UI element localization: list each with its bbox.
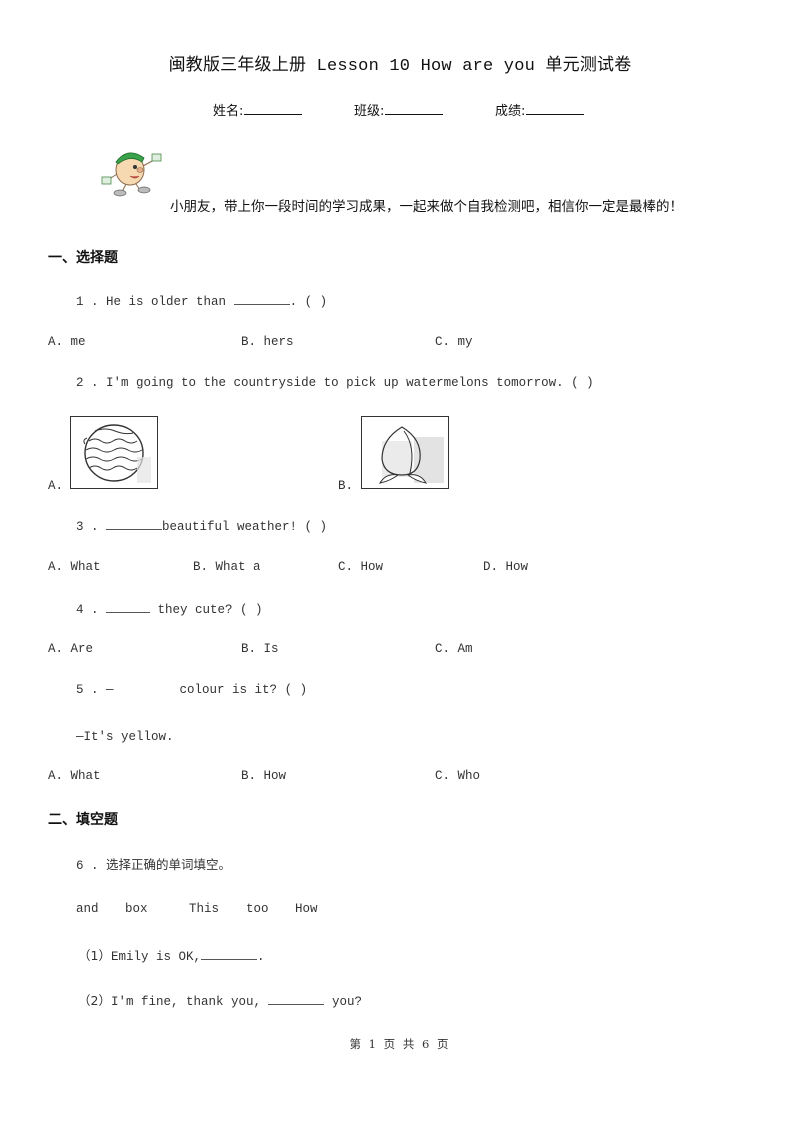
option-a[interactable]: A. Are xyxy=(48,642,93,656)
score-field[interactable]: 成绩: xyxy=(495,100,585,119)
watermelon-icon[interactable] xyxy=(70,416,158,489)
option-b[interactable]: B. What a xyxy=(193,560,261,574)
item-text-end: . xyxy=(256,950,265,964)
item-label: （2） xyxy=(78,993,111,1008)
class-field[interactable]: 班级: xyxy=(354,100,444,119)
title-lesson: Lesson 10 How are you xyxy=(306,57,546,76)
question-5-answer-line: —It's yellow. xyxy=(76,730,174,744)
item-text: Emily is OK, xyxy=(110,950,201,964)
item-label: （1） xyxy=(78,948,111,963)
option-c[interactable]: C. Am xyxy=(435,642,473,656)
item-text-end: you? xyxy=(324,995,362,1009)
fill-item-1: （1）Emily is OK,. xyxy=(78,945,264,964)
question-text: I'm going to the countryside to pick up … xyxy=(106,376,594,390)
score-label: 成绩: xyxy=(495,104,526,119)
question-number: 1 . xyxy=(76,295,99,309)
question-text-end: . ( ) xyxy=(289,295,328,309)
peach-icon[interactable] xyxy=(361,416,449,489)
title-suffix: 单元测试卷 xyxy=(545,55,632,75)
question-number: 3 . xyxy=(76,520,99,534)
page-number: 第 1 页 共 6 页 xyxy=(349,1037,451,1051)
question-number: 2 . xyxy=(76,376,99,390)
question-text: 选择正确的单词填空。 xyxy=(106,857,232,872)
option-a[interactable]: A. me xyxy=(48,335,86,349)
answer-blank[interactable] xyxy=(106,601,151,613)
intro-text: 小朋友，带上你一段时间的学习成果，一起来做个自我检测吧，相信你一定是最棒的！ xyxy=(170,199,683,215)
question-3: 3 . beautiful weather! ( ) xyxy=(76,518,327,534)
option-c[interactable]: C. my xyxy=(435,335,473,349)
mascot-icon xyxy=(101,152,162,197)
option-d[interactable]: D. How xyxy=(483,560,528,574)
question-text: colour is it? ( ) xyxy=(179,683,308,697)
name-field[interactable]: 姓名: xyxy=(213,100,303,119)
section-title-choice: 一、选择题 xyxy=(48,250,118,266)
answer-blank[interactable] xyxy=(106,518,163,530)
option-a-label[interactable]: A. xyxy=(48,479,63,493)
question-number: 6 . xyxy=(76,859,99,873)
score-blank[interactable] xyxy=(526,102,585,115)
word-bank-and: and xyxy=(76,902,99,916)
question-1: 1 . He is older than . ( ) xyxy=(76,293,327,309)
class-label: 班级: xyxy=(354,104,385,119)
name-blank[interactable] xyxy=(244,102,303,115)
answer-blank[interactable] xyxy=(200,948,257,960)
question-text: beautiful weather! ( ) xyxy=(162,520,328,534)
question-number: 5 . xyxy=(76,683,99,697)
option-b[interactable]: B. Is xyxy=(241,642,279,656)
option-b-label[interactable]: B. xyxy=(338,479,353,493)
class-blank[interactable] xyxy=(385,102,444,115)
word-bank-how: How xyxy=(295,902,318,916)
item-text: I'm fine, thank you, xyxy=(110,995,269,1009)
question-text: they cute? ( ) xyxy=(150,603,263,617)
word-bank-too: too xyxy=(246,902,269,916)
word-bank-this: This xyxy=(189,902,220,916)
question-4: 4 . they cute? ( ) xyxy=(76,601,263,617)
question-5: 5 . — colour is it? ( ) xyxy=(76,683,307,697)
option-c[interactable]: C. How xyxy=(338,560,383,574)
answer-blank[interactable] xyxy=(233,293,290,305)
question-2: 2 . I'm going to the countryside to pick… xyxy=(76,376,594,390)
option-a[interactable]: A. What xyxy=(48,560,101,574)
document-title: 闽教版三年级上册 Lesson 10 How are you 单元测试卷 xyxy=(0,50,800,76)
section-title-fill-blank: 二、填空题 xyxy=(48,812,118,828)
option-a[interactable]: A. What xyxy=(48,769,101,783)
answer-blank[interactable] xyxy=(268,993,325,1005)
question-text: He is older than xyxy=(106,295,234,309)
option-c[interactable]: C. Who xyxy=(435,769,480,783)
question-6: 6 . 选择正确的单词填空。 xyxy=(76,854,231,873)
option-b[interactable]: B. How xyxy=(241,769,286,783)
word-bank-box: box xyxy=(125,902,148,916)
name-label: 姓名: xyxy=(213,104,244,119)
question-number: 4 . xyxy=(76,603,99,617)
title-prefix: 闽教版三年级上册 xyxy=(168,55,307,75)
fill-item-2: （2）I'm fine, thank you, you? xyxy=(78,990,362,1009)
option-b[interactable]: B. hers xyxy=(241,335,294,349)
dash: — xyxy=(106,683,114,697)
